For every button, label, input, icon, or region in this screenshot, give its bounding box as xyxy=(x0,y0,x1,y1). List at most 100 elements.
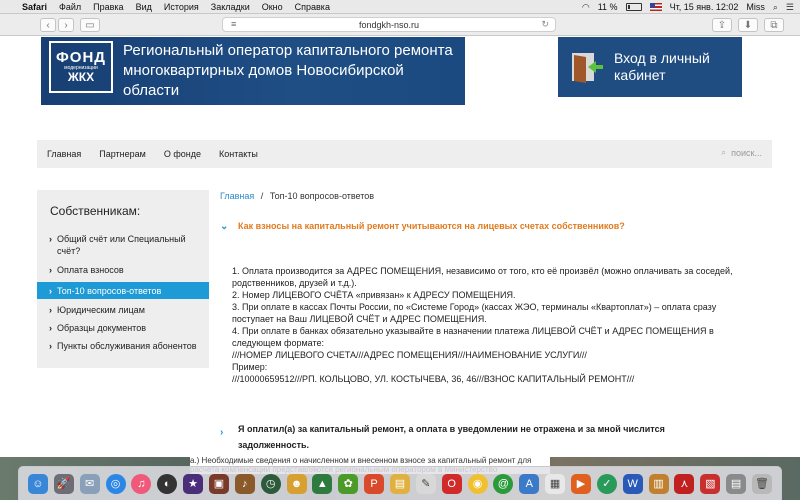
forward-button[interactable]: › xyxy=(58,18,74,32)
downloads-button[interactable]: ⬇ xyxy=(738,18,758,32)
sidebar-item-label: Юридическим лицам xyxy=(57,305,145,315)
sidebar-item-document-samples[interactable]: › Образцы документов xyxy=(37,322,209,336)
nav-contacts[interactable]: Контакты xyxy=(219,149,258,159)
opera-icon[interactable]: O xyxy=(441,473,462,494)
address-bar[interactable]: ≡ fondgkh-nso.ru ↻ xyxy=(222,17,556,32)
status-area: ◠ 11 % Чт, 15 янв. 12:02 Miss ⌕ ☰ xyxy=(582,0,794,14)
chrome-icon[interactable]: ◉ xyxy=(467,473,488,494)
login-label: Вход в личный кабинет xyxy=(614,50,710,83)
text-edit-icon[interactable]: ✎ xyxy=(415,473,436,494)
battery-icon[interactable] xyxy=(625,3,642,11)
sidebar-item-account-type[interactable]: › Общий счёт или Специальный счёт? xyxy=(37,233,209,259)
time-machine-icon[interactable]: ◷ xyxy=(260,473,281,494)
launchpad-icon[interactable]: 🚀 xyxy=(53,473,74,494)
breadcrumb-home-link[interactable]: Главная xyxy=(220,191,254,201)
dashboard-icon[interactable]: ◐ xyxy=(157,473,178,494)
word-icon[interactable]: W xyxy=(622,473,643,494)
reload-icon[interactable]: ↻ xyxy=(541,19,549,30)
photo-booth-icon[interactable]: ▣ xyxy=(208,473,229,494)
battery-percent: 11 % xyxy=(597,2,618,12)
search-input[interactable]: ⌕ поиск... xyxy=(721,147,762,158)
notes-icon[interactable]: ▤ xyxy=(389,473,410,494)
menu-history[interactable]: История xyxy=(164,2,199,12)
answer-line: Пример: xyxy=(232,362,268,372)
app-store-icon[interactable]: A xyxy=(519,473,540,494)
sidebar-item-label: Общий счёт или Специальный счёт? xyxy=(57,234,186,256)
chevron-right-icon: › xyxy=(49,234,52,244)
tabs-button[interactable]: ⧉ xyxy=(764,18,784,32)
menu-bookmarks[interactable]: Закладки xyxy=(211,2,250,12)
trash-icon[interactable]: 🗑 xyxy=(751,473,772,494)
wifi-icon[interactable]: ◠ xyxy=(582,2,590,13)
sidebar-item-label: Пункты обслуживания абонентов xyxy=(57,341,197,351)
clock[interactable]: Чт, 15 янв. 12:02 xyxy=(670,2,739,12)
sidebar-icon: ▭ xyxy=(85,19,95,31)
menu-window[interactable]: Окно xyxy=(262,2,283,12)
sidebar-button[interactable]: ▭ xyxy=(80,18,100,32)
imovie-icon[interactable]: ★ xyxy=(183,473,204,494)
logo-text-zhkh: ЖКХ xyxy=(67,70,95,84)
preview-icon[interactable]: ▦ xyxy=(545,473,566,494)
answer-line: 4. При оплате в банках обязательно указы… xyxy=(232,326,714,348)
breadcrumb-current: Топ-10 вопросов-ответов xyxy=(269,191,375,201)
door-arrow-icon xyxy=(566,47,606,87)
share-icon: ⇪ xyxy=(717,19,727,31)
maps-icon[interactable]: ▲ xyxy=(312,473,333,494)
books-icon[interactable]: ▥ xyxy=(648,473,669,494)
faq-question-1-text: Как взносы на капитальный ремонт учитыва… xyxy=(238,221,625,231)
finder-icon[interactable]: ☺ xyxy=(27,473,48,494)
powerpoint-icon[interactable]: P xyxy=(364,473,385,494)
mail-stamp-icon[interactable]: ✉ xyxy=(79,473,100,494)
main-navigation: Главная Партнерам О фонде Контакты ⌕ пои… xyxy=(37,140,772,168)
menu-file[interactable]: Файл xyxy=(59,2,81,12)
chevron-right-icon: › xyxy=(64,19,68,31)
nav-about[interactable]: О фонде xyxy=(164,149,201,159)
site-header-banner[interactable]: ФОНД модернизации ЖКХ Региональный опера… xyxy=(41,37,465,105)
messages-icon[interactable]: ✿ xyxy=(338,473,359,494)
faq-question-1[interactable]: ⌄ Как взносы на капитальный ремонт учиты… xyxy=(220,221,625,232)
sidebar: Собственникам: › Общий счёт или Специаль… xyxy=(37,190,209,368)
faq-question-2[interactable]: › Я оплатил(а) за капитальный ремонт, а … xyxy=(220,421,680,453)
sidebar-item-service-points[interactable]: › Пункты обслуживания абонентов xyxy=(37,340,209,366)
menu-edit[interactable]: Правка xyxy=(93,2,123,12)
at-mail-icon[interactable]: @ xyxy=(493,473,514,494)
nav-partners[interactable]: Партнерам xyxy=(99,149,146,159)
itunes-icon[interactable]: ♫ xyxy=(131,473,152,494)
breadcrumb-separator: / xyxy=(260,191,264,201)
acrobat-icon[interactable]: ⋏ xyxy=(674,473,695,494)
sidebar-item-payments[interactable]: › Оплата взносов xyxy=(37,264,209,278)
user-name[interactable]: Miss xyxy=(746,2,765,12)
pdf-icon[interactable]: ▧ xyxy=(700,473,721,494)
contacts-icon[interactable]: ☻ xyxy=(286,473,307,494)
share-button[interactable]: ⇪ xyxy=(712,18,732,32)
menu-help[interactable]: Справка xyxy=(295,2,330,12)
search-icon[interactable]: ⌕ xyxy=(773,2,778,13)
chevron-right-icon: › xyxy=(49,286,52,296)
folder-icon[interactable]: ▤ xyxy=(726,473,747,494)
chevron-right-icon: › xyxy=(49,305,52,315)
tabs-icon: ⧉ xyxy=(770,19,778,31)
chevron-right-icon: › xyxy=(49,341,52,351)
list-icon[interactable]: ☰ xyxy=(786,2,794,13)
sidebar-item-label: Топ-10 вопросов-ответов xyxy=(57,286,162,296)
browser-toolbar: ‹ › ▭ ≡ fondgkh-nso.ru ↻ ⇪ ⬇ ⧉ xyxy=(0,14,800,36)
sidebar-item-top10-faq[interactable]: › Топ-10 вопросов-ответов xyxy=(37,282,209,299)
answer-line: 3. При оплате в кассах Почты России, по … xyxy=(232,302,717,324)
personal-account-login-button[interactable]: Вход в личный кабинет xyxy=(558,37,742,97)
vlc-icon[interactable]: ▶ xyxy=(570,473,591,494)
dock: ☺ 🚀 ✉ ◎ ♫ ◐ ★ ▣ ♪ ◷ ☻ ▲ ✿ P ▤ ✎ O ◉ @ A … xyxy=(18,466,782,500)
breadcrumb: Главная / Топ-10 вопросов-ответов xyxy=(220,191,374,201)
us-flag-icon[interactable] xyxy=(649,3,662,11)
menu-app-safari[interactable]: Safari xyxy=(22,2,47,12)
check-icon[interactable]: ✓ xyxy=(596,473,617,494)
sidebar-item-legal-entities[interactable]: › Юридическим лицам xyxy=(37,304,209,318)
safari-icon[interactable]: ◎ xyxy=(105,473,126,494)
garageband-icon[interactable]: ♪ xyxy=(234,473,255,494)
nav-home[interactable]: Главная xyxy=(47,149,81,159)
operator-title: Региональный оператор капитального ремон… xyxy=(123,42,453,99)
menu-view[interactable]: Вид xyxy=(136,2,152,12)
answer-line: 2. Номер ЛИЦЕВОГО СЧЁТА «привязан» к АДР… xyxy=(232,290,516,300)
back-button[interactable]: ‹ xyxy=(40,18,56,32)
reader-icon[interactable]: ≡ xyxy=(231,19,236,29)
sidebar-item-label: Образцы документов xyxy=(57,323,146,333)
